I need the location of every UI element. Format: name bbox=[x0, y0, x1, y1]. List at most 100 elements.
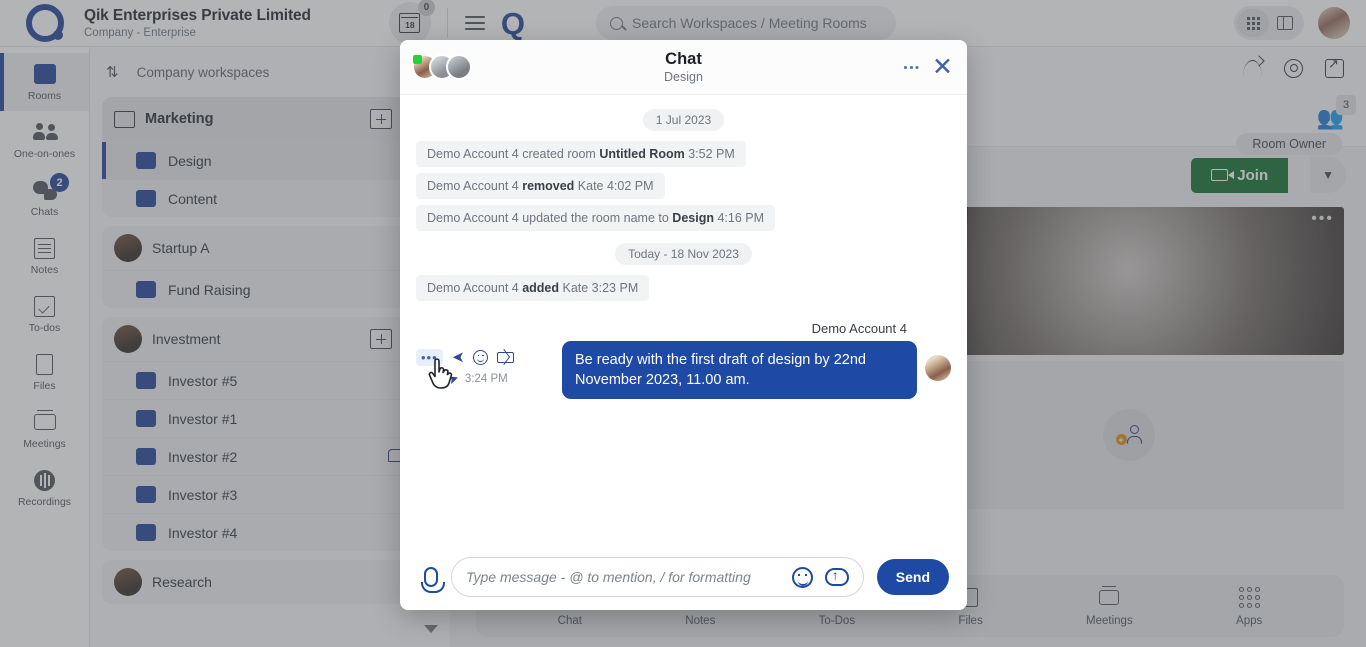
system-message-text: Demo Account 4 created room Untitled Roo… bbox=[416, 141, 746, 167]
sidebar-item-notes[interactable]: Notes bbox=[0, 227, 89, 285]
add-participant-button[interactable]: + bbox=[1102, 409, 1155, 461]
room-name: Investor #5 bbox=[168, 372, 238, 389]
send-button[interactable]: Send bbox=[876, 559, 949, 595]
workspace-group: Marketing ••• Design Content bbox=[102, 97, 438, 217]
sidebar-item-label: Files bbox=[33, 380, 56, 392]
workspace-group: Investment ••• Investor #5 Investor #1 I… bbox=[102, 317, 438, 551]
system-text-part: 3:52 PM bbox=[684, 147, 735, 161]
sort-icon[interactable]: ⇅ bbox=[106, 63, 119, 81]
sidebar-item-files[interactable]: Files bbox=[0, 343, 89, 401]
expand-icon[interactable] bbox=[1325, 56, 1344, 78]
video-tile[interactable]: Olivia ••• bbox=[913, 207, 1344, 355]
todo-icon bbox=[34, 294, 55, 318]
system-text-part: Demo Account 4 bbox=[427, 281, 523, 295]
user-avatar[interactable] bbox=[1318, 7, 1350, 39]
room-item-investor-3[interactable]: Investor #3 bbox=[102, 475, 438, 513]
panel-view-button[interactable] bbox=[1269, 9, 1301, 37]
system-text-part: Demo Account 4 updated the room name to bbox=[427, 211, 673, 225]
search-bar[interactable]: Search Workspaces / Meeting Rooms bbox=[596, 6, 897, 40]
room-item-investor-4[interactable]: Investor #4 bbox=[102, 513, 438, 551]
room-color-icon bbox=[136, 410, 156, 427]
camera-icon bbox=[1211, 169, 1235, 181]
online-status-icon bbox=[413, 55, 422, 64]
more-options-icon[interactable]: ⋮ bbox=[902, 59, 921, 76]
message-input-wrap[interactable] bbox=[451, 557, 864, 597]
workspace-group-header-research[interactable]: Research ••• bbox=[102, 560, 438, 604]
upload-cloud-icon[interactable] bbox=[824, 567, 849, 586]
add-room-button[interactable] bbox=[367, 326, 393, 349]
emoji-reaction-icon[interactable] bbox=[473, 349, 489, 365]
avatar bbox=[114, 234, 142, 262]
chat-message-list: 1 Jul 2023 Demo Account 4 created room U… bbox=[400, 95, 967, 544]
join-button[interactable]: Join bbox=[1191, 157, 1289, 193]
sidebar-item-chats[interactable]: 2 Chats bbox=[0, 169, 89, 227]
sidebar-item-label: Notes bbox=[30, 264, 59, 276]
participant-avatar-stack[interactable] bbox=[412, 54, 472, 80]
add-room-button[interactable] bbox=[367, 106, 393, 129]
toolbar-label: Notes bbox=[685, 614, 716, 627]
sidebar-item-rooms[interactable]: Rooms bbox=[0, 53, 89, 111]
participants-button[interactable]: 👥 3 bbox=[1317, 94, 1356, 129]
system-message: Demo Account 4 updated the room name to … bbox=[416, 205, 951, 237]
toolbar-item-meetings[interactable]: Meetings bbox=[1086, 586, 1133, 627]
tile-more-icon[interactable]: ••• bbox=[1311, 210, 1334, 228]
avatar bbox=[114, 568, 142, 596]
avatar bbox=[446, 54, 472, 80]
date-pill: 1 Jul 2023 bbox=[642, 109, 725, 131]
room-item-design[interactable]: Design bbox=[102, 141, 438, 179]
gear-icon[interactable] bbox=[1284, 58, 1303, 78]
workspace-list-header: ⇅ Company workspaces bbox=[90, 47, 450, 97]
room-item-investor-2[interactable]: Investor #2 bbox=[102, 437, 438, 475]
hamburger-menu-icon[interactable] bbox=[464, 16, 485, 30]
message-input[interactable] bbox=[466, 569, 780, 585]
chat-modal-title: Chat bbox=[665, 50, 702, 68]
sidebar-item-one-on-ones[interactable]: One-on-ones bbox=[0, 111, 89, 169]
folder-icon bbox=[114, 107, 142, 128]
workspace-group-header-investment[interactable]: Investment ••• bbox=[102, 317, 438, 361]
system-message-text: Demo Account 4 updated the room name to … bbox=[416, 205, 776, 231]
workspace-list-panel: ⇅ Company workspaces Marketing ••• Desig… bbox=[90, 47, 450, 647]
room-item-fund-raising[interactable]: Fund Raising bbox=[102, 270, 438, 308]
sidebar-item-recordings[interactable]: Recordings bbox=[0, 459, 89, 517]
workspace-group-header-marketing[interactable]: Marketing ••• bbox=[102, 97, 438, 141]
notes-icon bbox=[31, 234, 55, 260]
room-color-icon bbox=[136, 524, 156, 541]
system-text-part: 4:16 PM bbox=[713, 211, 765, 225]
room-color-icon bbox=[136, 486, 156, 503]
share-icon[interactable] bbox=[1243, 60, 1262, 76]
workspace-group-header-startup-a[interactable]: Startup A ••• bbox=[102, 226, 438, 270]
toolbar-item-apps[interactable]: Apps bbox=[1236, 586, 1262, 627]
grid-icon bbox=[1246, 16, 1260, 30]
scroll-down-icon[interactable] bbox=[424, 625, 438, 633]
room-item-investor-1[interactable]: Investor #1 bbox=[102, 399, 438, 437]
qik-logo-icon[interactable] bbox=[22, 0, 68, 46]
system-message: Demo Account 4 created room Untitled Roo… bbox=[416, 141, 951, 173]
system-text-emphasis: Untitled Room bbox=[599, 147, 685, 161]
mouse-cursor-icon bbox=[428, 358, 453, 389]
add-participant-tile[interactable]: + bbox=[913, 361, 1344, 509]
sidebar-item-meetings[interactable]: Meetings bbox=[0, 401, 89, 459]
sidebar-item-to-dos[interactable]: To-dos bbox=[0, 285, 89, 343]
view-toggle-group bbox=[1234, 6, 1304, 40]
chat-message-bubble[interactable]: Be ready with the first draft of design … bbox=[562, 341, 917, 399]
calendar-button[interactable]: 18 0 bbox=[388, 0, 435, 44]
system-message-text: Demo Account 4 removed Kate 4:02 PM bbox=[416, 173, 665, 199]
avatar bbox=[114, 325, 142, 353]
edit-icon[interactable] bbox=[497, 351, 515, 363]
calendar-icon: 18 bbox=[399, 13, 421, 33]
search-input[interactable]: Search Workspaces / Meeting Rooms bbox=[632, 15, 867, 31]
apps-icon bbox=[1238, 586, 1260, 610]
close-icon[interactable]: ✕ bbox=[932, 54, 953, 80]
room-color-icon bbox=[136, 190, 156, 207]
system-text-emphasis: Design bbox=[672, 211, 714, 225]
join-options-caret-icon[interactable]: ▼ bbox=[1310, 157, 1346, 193]
room-item-content[interactable]: Content bbox=[102, 179, 438, 217]
microphone-icon[interactable] bbox=[421, 567, 445, 593]
room-item-investor-5[interactable]: Investor #5 bbox=[102, 361, 438, 399]
grid-view-button[interactable] bbox=[1237, 9, 1269, 37]
emoji-picker-icon[interactable] bbox=[791, 566, 813, 588]
sidebar-item-label: Chats bbox=[30, 206, 59, 218]
system-text-emphasis: removed bbox=[522, 179, 575, 193]
participants-count: 3 bbox=[1336, 94, 1356, 115]
chat-modal-titles: Chat Design bbox=[400, 50, 967, 84]
